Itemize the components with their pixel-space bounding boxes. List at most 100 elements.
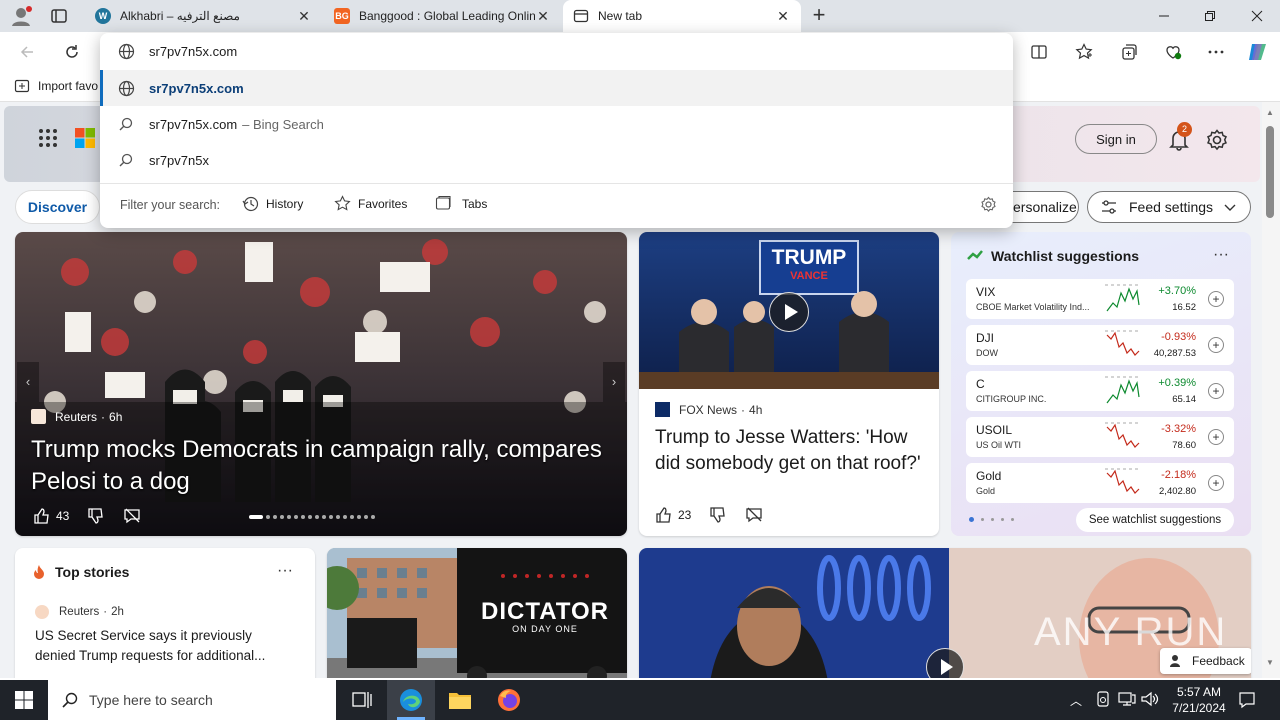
watchlist-header: Watchlist suggestions — [967, 248, 1139, 264]
top-story-headline[interactable]: US Secret Service says it previously den… — [35, 626, 295, 666]
task-view-icon[interactable] — [340, 680, 384, 720]
tab-discover[interactable]: Discover — [15, 190, 100, 224]
browser-essentials-icon[interactable] — [1162, 41, 1184, 63]
suggestion-2[interactable]: sr7pv7n5x.com – Bing Search — [100, 106, 1013, 142]
taskbar-clock[interactable]: 5:57 AM 7/21/2024 — [1165, 684, 1233, 716]
network-icon[interactable] — [1118, 691, 1136, 707]
import-favorites-link[interactable]: Import favo — [14, 78, 98, 94]
thumbs-up-icon[interactable] — [33, 507, 51, 525]
page-scrollbar[interactable]: ▲ ▼ — [1262, 102, 1280, 678]
address-input[interactable]: sr7pv7n5x.com — [149, 44, 237, 59]
new-tab-button[interactable]: + — [808, 4, 830, 27]
chevron-down-icon — [1224, 204, 1236, 211]
file-explorer-icon[interactable] — [437, 680, 483, 720]
watchlist-item[interactable]: VIX CBOE Market Volatility Ind... +3.70% 16… — [966, 279, 1234, 319]
collections-icon[interactable] — [1118, 41, 1140, 63]
scrollbar-thumb[interactable] — [1266, 126, 1274, 218]
main-story-card[interactable]: ‹ › Reuters · 6h Trump mocks Democrats in … — [15, 232, 627, 536]
back-button[interactable] — [16, 41, 38, 63]
filter-favorites[interactable]: Favorites — [334, 195, 407, 212]
edge-taskbar-icon[interactable] — [387, 680, 435, 720]
more-options-icon[interactable]: ··· — [1213, 246, 1229, 264]
start-button[interactable] — [0, 680, 48, 720]
globe-icon — [117, 43, 135, 60]
watchlist-item[interactable]: Gold Gold -2.18% 2,402.80 + — [966, 463, 1234, 503]
profile-avatar[interactable] — [10, 5, 32, 27]
close-window-button[interactable] — [1234, 0, 1280, 32]
settings-gear-icon[interactable] — [1205, 128, 1229, 152]
see-watchlist-button[interactable]: See watchlist suggestions — [1076, 508, 1234, 532]
tab-actions-icon[interactable] — [50, 7, 68, 25]
stock-price: 16.52 — [1172, 302, 1196, 313]
video-play-button[interactable] — [926, 648, 964, 678]
add-to-watchlist-icon[interactable]: + — [1208, 337, 1224, 353]
close-tab-icon[interactable]: ✕ — [296, 8, 312, 25]
tab-new-tab[interactable]: New tab ✕ — [563, 0, 801, 32]
address-input-row[interactable]: sr7pv7n5x.com — [100, 33, 1013, 69]
filter-tabs[interactable]: Tabs — [435, 195, 487, 212]
scroll-up-icon[interactable]: ▲ — [1266, 108, 1274, 117]
watchlist-item[interactable]: USOIL US Oil WTI -3.32% 78.60 + — [966, 417, 1234, 457]
add-to-watchlist-icon[interactable]: + — [1208, 383, 1224, 399]
stock-price: 78.60 — [1172, 440, 1196, 451]
copilot-icon[interactable] — [1246, 40, 1270, 64]
close-tab-icon[interactable]: ✕ — [775, 8, 791, 25]
firefox-icon[interactable] — [486, 680, 532, 720]
close-tab-icon[interactable]: ✕ — [535, 8, 551, 25]
suggestion-3[interactable]: sr7pv7n5x — [100, 142, 1013, 178]
refresh-button[interactable] — [61, 41, 83, 63]
video-story-card[interactable]: ANY RUN Feedback — [639, 548, 1251, 678]
suggestion-1[interactable]: sr7pv7n5x.com — [100, 70, 1013, 106]
fox-story-card[interactable]: TRUMP VANCE FOX News · 4h Trump to Jesse W… — [639, 232, 939, 536]
more-menu-icon[interactable] — [1205, 41, 1227, 63]
comment-icon[interactable] — [745, 506, 763, 524]
thumbs-down-icon[interactable] — [87, 507, 105, 525]
stock-symbol: VIX — [976, 285, 996, 299]
fox-story-headline[interactable]: Trump to Jesse Watters: 'How did somebod… — [655, 425, 925, 477]
watchlist-page-dots[interactable] — [969, 517, 1014, 522]
carousel-prev-icon[interactable]: ‹ — [17, 362, 39, 402]
watchlist-item[interactable]: DJI DOW -0.93% 40,287.53 + — [966, 325, 1234, 365]
tab-alkhabri[interactable]: W Alkhabri – مصنع الترفيه ✕ — [85, 0, 322, 32]
split-screen-icon[interactable] — [1028, 41, 1050, 63]
scroll-down-icon[interactable]: ▼ — [1266, 658, 1274, 667]
taskbar-search-box[interactable]: Type here to search — [48, 680, 336, 720]
thumbs-down-icon[interactable] — [709, 506, 727, 524]
tray-device-icon[interactable] — [1095, 691, 1111, 707]
minimize-button[interactable] — [1141, 0, 1187, 32]
stock-price: 40,287.53 — [1153, 348, 1196, 359]
add-to-watchlist-icon[interactable]: + — [1208, 429, 1224, 445]
story-reactions: 23 — [655, 506, 763, 524]
volume-icon[interactable] — [1141, 691, 1159, 707]
search-settings-gear-icon[interactable] — [980, 196, 997, 213]
sliders-icon — [1102, 200, 1116, 214]
notification-center-icon[interactable] — [1238, 691, 1256, 709]
history-icon — [242, 196, 259, 212]
carousel-next-icon[interactable]: › — [603, 362, 625, 402]
add-to-watchlist-icon[interactable]: + — [1208, 475, 1224, 491]
restore-button[interactable] — [1187, 0, 1233, 32]
story-source: FOX News · 4h — [655, 402, 762, 417]
main-story-headline[interactable]: Trump mocks Democrats in campaign rally,… — [31, 434, 621, 498]
add-to-watchlist-icon[interactable]: + — [1208, 291, 1224, 307]
story-source: Reuters · 2h — [35, 605, 124, 619]
filter-history[interactable]: History — [242, 195, 303, 212]
feedback-button[interactable]: Feedback — [1160, 648, 1251, 674]
apps-launcher-icon[interactable] — [38, 128, 58, 148]
dictator-image-card[interactable]: DICTATOR ON DAY ONE — [327, 548, 627, 678]
sign-in-button[interactable]: Sign in — [1075, 124, 1157, 154]
favorites-star-icon[interactable] — [1073, 41, 1095, 63]
carousel-dots[interactable] — [249, 515, 375, 519]
more-options-icon[interactable]: ··· — [277, 562, 293, 580]
thumbs-up-icon[interactable] — [655, 506, 673, 524]
comment-icon[interactable] — [123, 507, 141, 525]
notification-count-badge: 2 — [1177, 122, 1192, 137]
tray-chevron-icon[interactable]: ︿ — [1070, 692, 1082, 709]
play-button[interactable] — [769, 292, 809, 332]
feedback-person-icon — [1170, 655, 1180, 667]
stock-symbol: Gold — [976, 469, 1002, 483]
tab-banggood[interactable]: BG Banggood : Global Leading Onlin ✕ — [324, 0, 561, 32]
stock-change: +0.39% — [1158, 377, 1196, 389]
feed-settings-button[interactable]: Feed settings — [1087, 191, 1251, 223]
watchlist-item[interactable]: C CITIGROUP INC. +0.39% 65.14 + — [966, 371, 1234, 411]
